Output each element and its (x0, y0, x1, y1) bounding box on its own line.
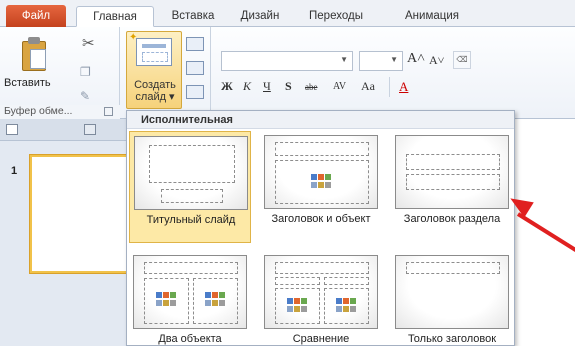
char-spacing-button[interactable]: AV (333, 81, 346, 92)
new-slide-label-line2: слайд ▾ (135, 91, 175, 103)
layout-title-slide[interactable]: Титульный слайд (129, 131, 251, 243)
tab-design[interactable]: Дизайн (231, 6, 289, 27)
clipboard-group: Вставить ✂ ❐ ✎ Буфер обме... (0, 27, 120, 119)
shrink-font-button[interactable]: A˅ (429, 53, 444, 68)
font-color-button[interactable]: A (399, 79, 408, 95)
layout-two-content[interactable]: Два объекта (129, 251, 251, 346)
reset-icon[interactable] (186, 61, 204, 75)
tab-insert[interactable]: Вставка (162, 6, 224, 27)
tab-animations[interactable]: Анимация (384, 6, 480, 27)
font-size-combo[interactable]: ▼ (359, 51, 403, 71)
tab-home[interactable]: Главная (76, 6, 154, 27)
section-icon[interactable] (186, 85, 204, 99)
clear-formatting-icon[interactable]: ⌫ (453, 51, 471, 69)
layout-label: Заголовок раздела (403, 213, 501, 225)
layout-preview (134, 136, 248, 210)
layout-comparison[interactable]: Сравнение (260, 251, 382, 346)
ribbon: Вставить ✂ ❐ ✎ Буфер обме... ✦ Создать с… (0, 27, 575, 119)
slide-thumbnail[interactable] (30, 155, 128, 273)
layout-title-and-content[interactable]: Заголовок и объект (260, 131, 382, 243)
clipboard-dialog-launcher-icon[interactable] (104, 107, 113, 116)
layout-section-header[interactable]: Заголовок раздела (391, 131, 513, 243)
content-icon (336, 298, 358, 314)
tab-file[interactable]: Файл (6, 5, 66, 27)
new-slide-label-line1: Создать (134, 79, 176, 91)
content-icon (311, 174, 333, 190)
tab-transitions[interactable]: Переходы (298, 6, 374, 27)
paste-icon[interactable] (20, 35, 48, 73)
copy-icon[interactable]: ❐ (80, 65, 96, 79)
font-group: ▼ ▼ A˄ A˅ ⌫ Ж К Ч S abe AV Aa A (210, 27, 570, 119)
format-painter-icon[interactable]: ✎ (80, 89, 96, 103)
grow-font-button[interactable]: A˄ (407, 51, 425, 67)
change-case-button[interactable]: Aa (361, 79, 375, 94)
layout-label: Два объекта (158, 333, 222, 345)
layout-preview (133, 255, 247, 329)
layout-title-only[interactable]: Только заголовок (391, 251, 513, 346)
chevron-down-icon: ▼ (340, 55, 348, 64)
layout-preview (264, 255, 378, 329)
clipboard-group-label: Буфер обме... (0, 105, 120, 119)
cut-icon[interactable]: ✂ (82, 36, 98, 51)
layout-label: Заголовок и объект (271, 213, 371, 225)
layout-preview (264, 135, 378, 209)
outline-tab-icon[interactable] (84, 124, 96, 135)
underline-button[interactable]: Ч (263, 79, 271, 94)
new-slide-icon (136, 38, 172, 66)
layout-label: Сравнение (292, 333, 350, 345)
chevron-down-icon: ▼ (390, 55, 398, 64)
slide-number: 1 (11, 165, 18, 177)
divider (389, 77, 390, 97)
pane-tabs (0, 119, 128, 141)
slides-tab-icon[interactable] (6, 124, 18, 135)
slide-options (184, 33, 206, 107)
content-icon (287, 298, 309, 314)
layout-preview (395, 255, 509, 329)
italic-button[interactable]: К (243, 79, 251, 94)
content-icon (156, 292, 178, 308)
content-icon (205, 292, 227, 308)
paste-button-label[interactable]: Вставить (4, 77, 68, 89)
strikethrough-button[interactable]: abe (305, 82, 318, 92)
layout-label: Титульный слайд (146, 214, 236, 226)
layout-icon[interactable] (186, 37, 204, 51)
annotation-arrow-icon (516, 212, 575, 254)
gallery-title: Исполнительная (141, 114, 233, 126)
bold-button[interactable]: Ж (221, 79, 233, 94)
new-slide-button[interactable]: ✦ Создать слайд ▾ (126, 31, 182, 109)
gallery-header: Исполнительная (127, 111, 514, 129)
layout-gallery: Исполнительная Титульный слайд Заголовок… (126, 110, 515, 346)
layout-preview (395, 135, 509, 209)
shadow-button[interactable]: S (285, 79, 292, 94)
layout-label: Только заголовок (407, 333, 497, 345)
slides-pane: 1 (0, 119, 128, 346)
ribbon-tab-bar: Файл Главная Вставка Дизайн Переходы Ани… (0, 0, 575, 27)
font-name-combo[interactable]: ▼ (221, 51, 353, 71)
